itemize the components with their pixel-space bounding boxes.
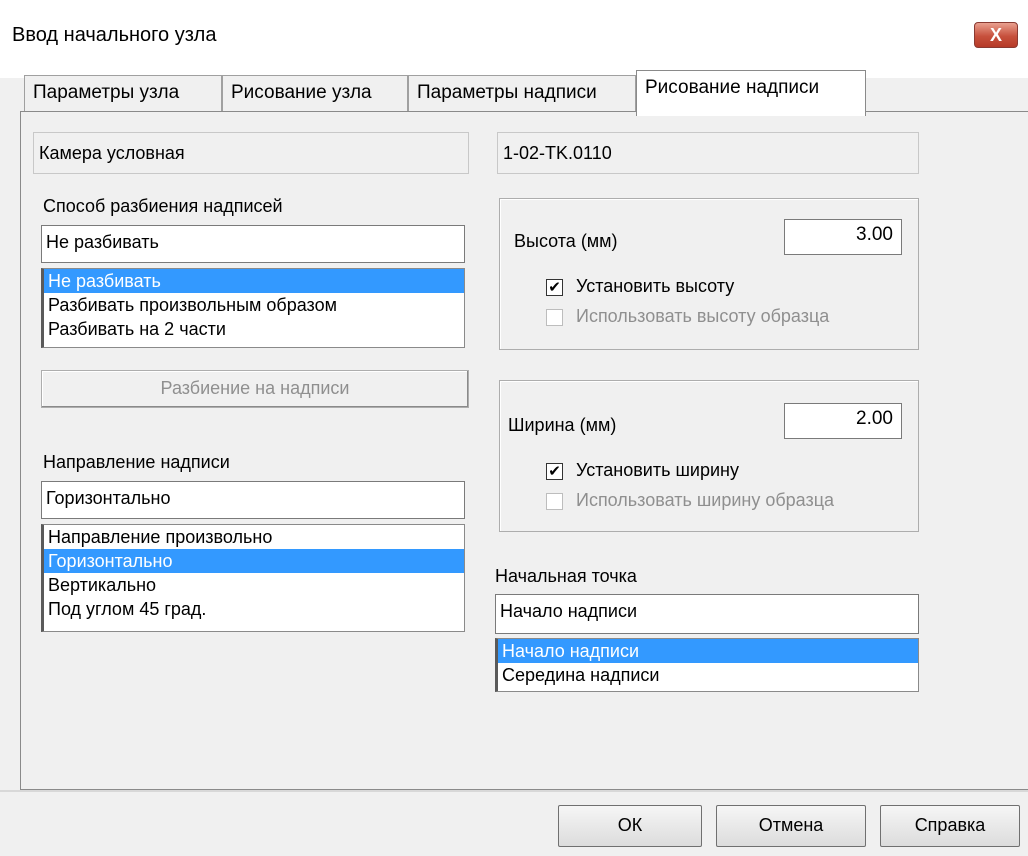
tab-node-drawing[interactable]: Рисование узла <box>222 75 408 113</box>
checkmark-icon: ✔ <box>548 279 561 296</box>
sample-width-checkbox[interactable] <box>546 493 563 510</box>
list-item[interactable]: Направление произвольно <box>44 525 464 549</box>
tab-label-params[interactable]: Параметры надписи <box>408 75 636 113</box>
list-item[interactable]: Вертикально <box>44 573 464 597</box>
list-item[interactable]: Середина надписи <box>498 663 918 687</box>
bottom-separator <box>0 790 1028 792</box>
set-height-label: Установить высоту <box>576 276 735 296</box>
set-width-checkbox[interactable]: ✔ <box>546 463 563 480</box>
set-width-label: Установить ширину <box>576 460 739 480</box>
ok-button[interactable]: ОК <box>558 805 702 847</box>
help-button[interactable]: Справка <box>880 805 1020 847</box>
tab-label: Рисование надписи <box>645 77 820 98</box>
list-item[interactable]: Горизонтально <box>44 549 464 573</box>
direction-label: Направление надписи <box>43 452 230 472</box>
list-item[interactable]: Разбивать произвольным образом <box>44 293 464 317</box>
title-bar: Ввод начального узла X <box>0 0 1028 78</box>
node-type-field: Камера условная <box>33 132 469 174</box>
list-item[interactable]: Начало надписи <box>498 639 918 663</box>
split-method-list[interactable]: Не разбивать Разбивать произвольным обра… <box>41 268 465 348</box>
width-label: Ширина (мм) <box>508 415 617 435</box>
cancel-button[interactable]: Отмена <box>716 805 866 847</box>
sample-width-label: Использовать ширину образца <box>576 490 835 510</box>
tab-label: Рисование узла <box>231 82 372 103</box>
direction-combo[interactable]: Горизонтально <box>41 481 465 519</box>
tab-label: Параметры узла <box>33 82 180 103</box>
node-code-field: 1-02-TK.0110 <box>497 132 919 174</box>
start-point-label: Начальная точка <box>495 566 637 586</box>
tab-label: Параметры надписи <box>417 82 597 103</box>
width-group: Ширина (мм) 2.00 ✔ Установить ширину Исп… <box>499 380 919 532</box>
tab-node-params[interactable]: Параметры узла <box>24 75 222 113</box>
height-label: Высота (мм) <box>514 231 618 251</box>
sample-height-checkbox[interactable] <box>546 309 563 326</box>
height-group: Высота (мм) 3.00 ✔ Установить высоту Исп… <box>499 198 919 350</box>
split-method-combo[interactable]: Не разбивать <box>41 225 465 263</box>
height-input[interactable]: 3.00 <box>784 219 902 255</box>
close-button[interactable]: X <box>974 22 1018 48</box>
window-title: Ввод начального узла <box>12 24 217 46</box>
close-icon: X <box>989 25 1002 45</box>
sample-height-label: Использовать высоту образца <box>576 306 830 326</box>
split-method-label: Способ разбиения надписей <box>43 196 283 216</box>
set-height-checkbox[interactable]: ✔ <box>546 279 563 296</box>
tab-label-drawing[interactable]: Рисование надписи <box>636 70 866 116</box>
direction-list[interactable]: Направление произвольно Горизонтально Ве… <box>41 524 465 632</box>
start-point-list[interactable]: Начало надписи Середина надписи <box>495 638 919 692</box>
list-item[interactable]: Под углом 45 град. <box>44 597 464 621</box>
list-item[interactable]: Не разбивать <box>44 269 464 293</box>
list-item[interactable]: Разбивать на 2 части <box>44 317 464 341</box>
width-input[interactable]: 2.00 <box>784 403 902 439</box>
split-labels-button[interactable]: Разбиение на надписи <box>41 370 469 408</box>
tab-panel: Камера условная 1-02-TK.0110 Способ разб… <box>20 111 1028 790</box>
checkmark-icon: ✔ <box>548 463 561 480</box>
start-point-combo[interactable]: Начало надписи <box>495 594 919 634</box>
